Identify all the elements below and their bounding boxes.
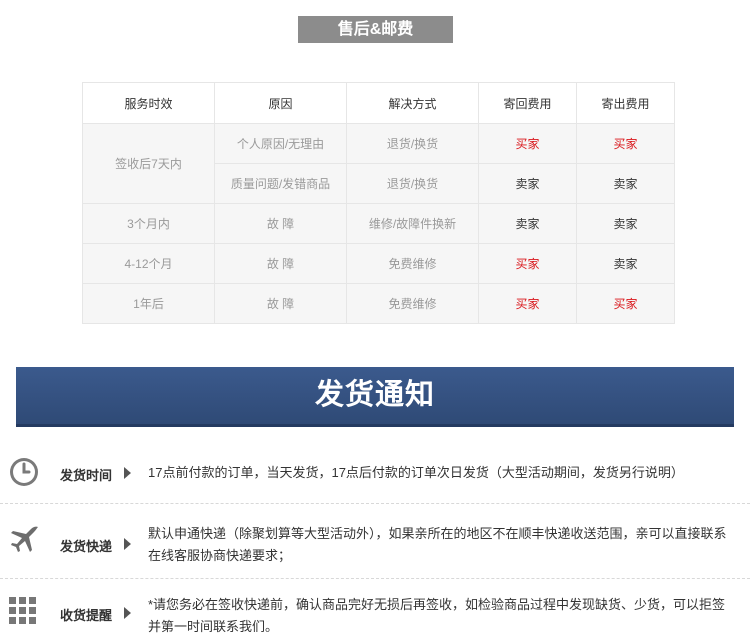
reason-cell: 故 障: [214, 203, 347, 244]
reason-cell: 故 障: [214, 283, 347, 324]
header-solution: 解决方式: [346, 82, 479, 124]
shipping-notice-banner: 发货通知: [16, 367, 734, 427]
send-fee-cell: 卖家: [576, 203, 675, 244]
return-fee-cell: 卖家: [478, 163, 577, 204]
solution-cell: 维修/故障件换新: [346, 203, 479, 244]
reason-cell: 质量问题/发错商品: [214, 163, 347, 204]
courier-label: 发货快递: [60, 539, 113, 554]
arrow-right-icon: [124, 607, 131, 619]
header-return-fee: 寄回费用: [478, 82, 577, 124]
table-header-row: 服务时效 原因 解决方式 寄回费用 寄出费用: [82, 82, 675, 124]
period-cell: 1年后: [82, 283, 215, 324]
receipt-reminder-row: 收货提醒 *请您务必在签收快递前，确认商品完好无损后再签收，如检验商品过程中发现…: [0, 590, 750, 640]
arrow-right-icon: [124, 538, 131, 550]
period-cell: 3个月内: [82, 203, 215, 244]
send-fee-cell: 卖家: [576, 163, 675, 204]
table-row: 3个月内 故 障 维修/故障件换新 卖家 卖家: [82, 203, 675, 244]
airplane-icon: [8, 524, 44, 560]
period-cell: 签收后7天内: [82, 123, 215, 204]
shipping-time-text: 17点前付款的订单，当天发货，17点后付款的订单次日发货（大型活动期间，发货另行…: [148, 465, 684, 480]
courier-row: 发货快递 默认申通快递（除聚划算等大型活动外），如果亲所在的地区不在顺丰快递收送…: [0, 518, 750, 568]
header-reason: 原因: [214, 82, 347, 124]
receipt-reminder-label: 收货提醒: [60, 608, 113, 623]
table-row: 1年后 故 障 免费维修 买家 买家: [82, 283, 675, 324]
grid-icon: [8, 596, 44, 632]
period-cell: 4-12个月: [82, 243, 215, 284]
return-fee-cell: 买家: [478, 243, 577, 284]
table-row: 4-12个月 故 障 免费维修 买家 卖家: [82, 243, 675, 284]
reason-cell: 故 障: [214, 243, 347, 284]
return-fee-cell: 卖家: [478, 203, 577, 244]
after-sales-title: 售后&邮费: [298, 16, 453, 43]
divider: [0, 503, 750, 504]
after-sales-table: 服务时效 原因 解决方式 寄回费用 寄出费用 签收后7天内 个人原因/无理由 退…: [82, 82, 675, 324]
solution-cell: 免费维修: [346, 283, 479, 324]
shipping-time-row: 发货时间 17点前付款的订单，当天发货，17点后付款的订单次日发货（大型活动期间…: [0, 452, 750, 496]
send-fee-cell: 买家: [576, 123, 675, 164]
receipt-reminder-text: *请您务必在签收快递前，确认商品完好无损后再签收，如检验商品过程中发现缺货、少货…: [148, 597, 726, 634]
send-fee-cell: 买家: [576, 283, 675, 324]
return-fee-cell: 买家: [478, 283, 577, 324]
divider: [0, 578, 750, 579]
arrow-right-icon: [124, 467, 131, 479]
solution-cell: 免费维修: [346, 243, 479, 284]
table-row: 签收后7天内 个人原因/无理由 退货/换货 买家 买家: [82, 123, 675, 204]
solution-cell: 退货/换货: [346, 163, 479, 204]
header-send-fee: 寄出费用: [576, 82, 675, 124]
header-period: 服务时效: [82, 82, 215, 124]
clock-icon: [8, 456, 44, 492]
shipping-time-label: 发货时间: [60, 468, 113, 483]
solution-cell: 退货/换货: [346, 123, 479, 164]
return-fee-cell: 买家: [478, 123, 577, 164]
reason-cell: 个人原因/无理由: [214, 123, 347, 164]
courier-text: 默认申通快递（除聚划算等大型活动外），如果亲所在的地区不在顺丰快递收送范围，亲可…: [148, 526, 727, 563]
send-fee-cell: 卖家: [576, 243, 675, 284]
